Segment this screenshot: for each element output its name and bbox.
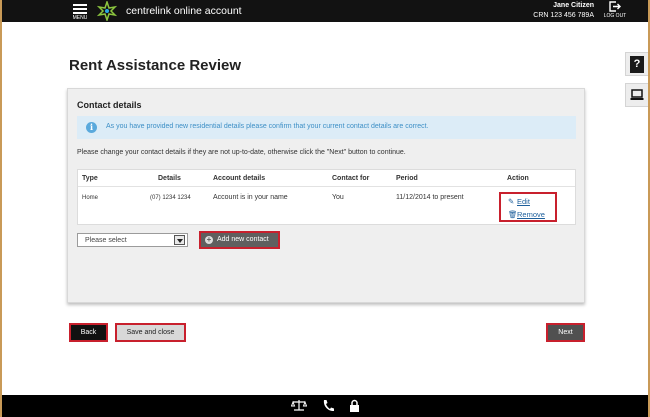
hamburger-icon-bar (73, 8, 87, 10)
info-text: As you have provided new residential det… (106, 123, 429, 130)
help-icon: ? (630, 56, 644, 73)
plus-circle-icon: + (205, 235, 213, 244)
page-title: Rent Assistance Review (69, 57, 242, 74)
trash-icon: 🗑 (508, 210, 518, 219)
top-header: MENU centrelink online account Jane Citi… (2, 0, 648, 22)
column-header-details: Details (158, 175, 181, 182)
panel-title: Contact details (77, 100, 142, 110)
info-icon: i (86, 122, 97, 133)
cell-account-details: Account is in your name (213, 194, 288, 201)
user-name: Jane Citizen (553, 2, 594, 9)
row-actions: ✎ Edit 🗑Remove (499, 192, 557, 222)
menu-label: MENU (72, 15, 88, 21)
next-button[interactable]: Next (546, 323, 585, 342)
add-new-contact-label: Add new contact (217, 236, 269, 243)
cell-contact-for: You (332, 194, 344, 201)
column-header-type: Type (82, 175, 98, 182)
select-value: Please select (85, 237, 127, 244)
menu-button[interactable]: MENU (70, 1, 90, 22)
app-title: centrelink online account (126, 5, 242, 17)
scales-icon[interactable] (291, 399, 307, 412)
back-button[interactable]: Back (69, 323, 108, 342)
chevron-down-icon (174, 235, 185, 245)
hamburger-icon (73, 4, 87, 6)
footer-bar (2, 395, 648, 417)
hamburger-icon-bar (73, 12, 87, 14)
contact-type-select[interactable]: Please select (77, 233, 188, 247)
contact-details-panel: Contact details i As you have provided n… (67, 88, 585, 303)
logout-label: LOG OUT (603, 13, 627, 19)
laptop-icon (630, 89, 644, 100)
logout-button[interactable]: LOG OUT (600, 1, 630, 22)
remove-label: Remove (517, 210, 545, 219)
window-frame-left (0, 0, 2, 417)
add-new-contact-button[interactable]: + Add new contact (199, 231, 280, 249)
cell-type: Home (82, 195, 99, 201)
help-button[interactable]: ? (625, 52, 648, 76)
remove-link[interactable]: 🗑Remove (508, 210, 545, 219)
edit-label: Edit (517, 197, 530, 206)
contact-table: Type Details Account details Contact for… (77, 169, 576, 225)
save-and-close-button[interactable]: Save and close (115, 323, 186, 342)
column-header-account-details: Account details (213, 175, 266, 182)
pencil-icon: ✎ (508, 197, 515, 206)
column-header-contact-for: Contact for (332, 175, 370, 182)
column-header-period: Period (396, 175, 418, 182)
table-header-row: Type Details Account details Contact for… (78, 170, 575, 187)
user-crn: CRN 123 456 789A (533, 12, 594, 19)
logout-icon (609, 1, 621, 12)
computer-button[interactable] (625, 83, 648, 107)
cell-period: 11/12/2014 to present (396, 194, 464, 201)
column-header-action: Action (507, 175, 529, 182)
centrelink-star-logo-icon (97, 1, 117, 21)
lock-icon[interactable] (349, 399, 360, 412)
instruction-text: Please change your contact details if th… (77, 149, 406, 156)
edit-link[interactable]: ✎ Edit (508, 197, 530, 206)
info-message: i As you have provided new residential d… (77, 116, 576, 139)
phone-icon[interactable] (322, 399, 334, 412)
cell-details: (07) 1234 1234 (150, 195, 191, 201)
